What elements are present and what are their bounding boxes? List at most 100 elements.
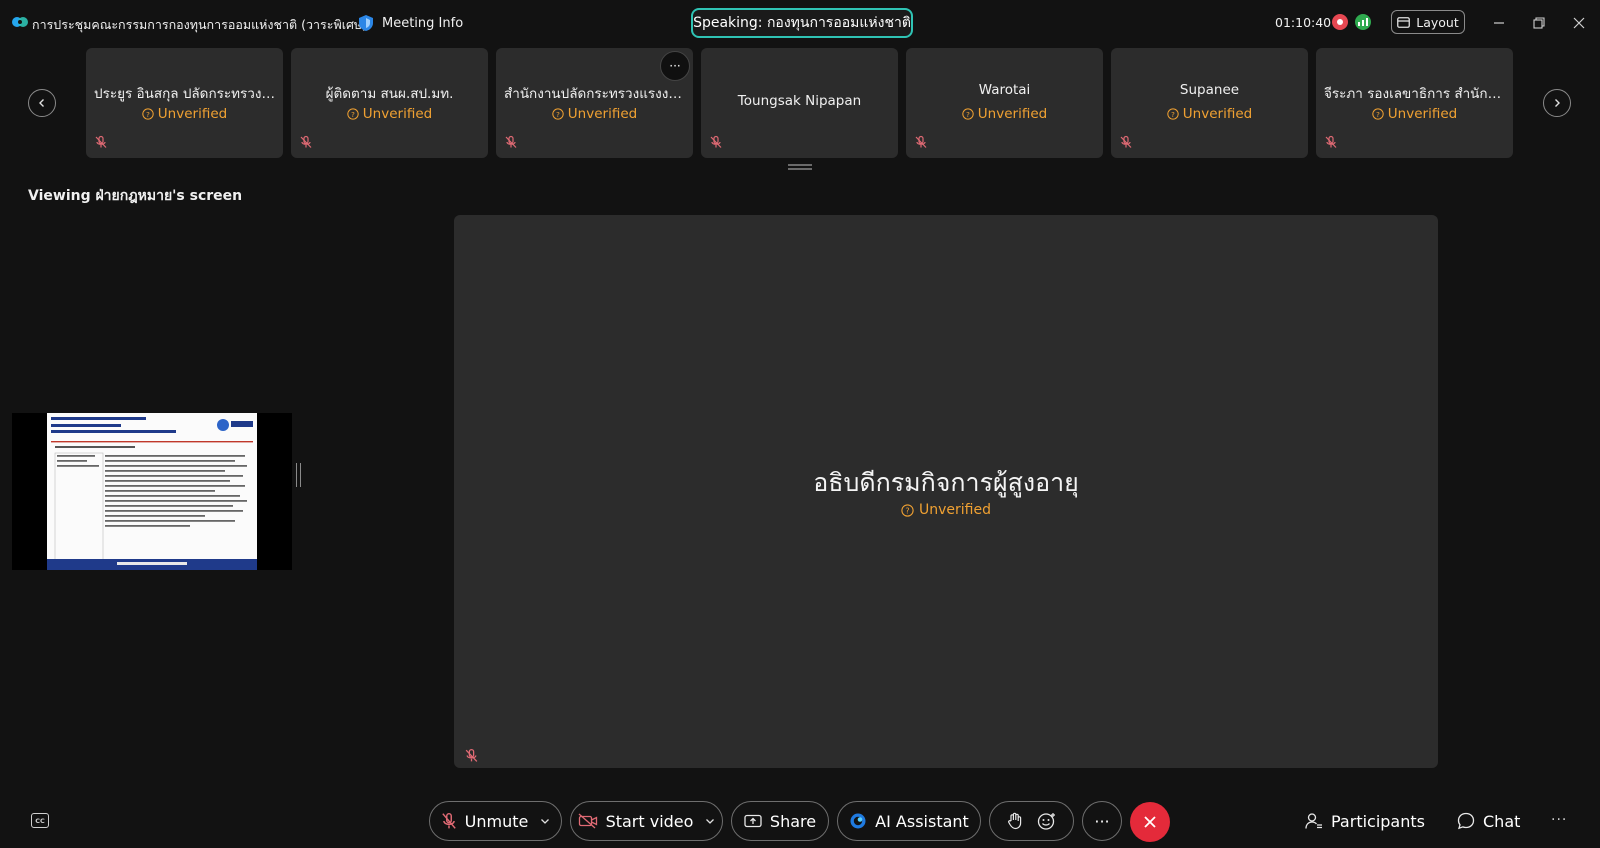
title-bar: การประชุมคณะกรรมการกองทุนการออมแห่งชาติ … [0,0,1600,46]
ai-assistant-icon [849,812,867,830]
restore-icon[interactable] [1529,13,1549,33]
meeting-timer: 01:10:40 [1275,15,1332,30]
question-circle-icon: ? [962,108,974,120]
shared-screen-thumbnail[interactable] [12,413,292,570]
reaction-emoji-icon[interactable] [1037,812,1057,830]
svg-text:?: ? [1376,110,1380,119]
muted-mic-icon [709,135,723,149]
webex-logo-icon [11,15,29,29]
start-video-button[interactable]: Start video [570,801,723,841]
layout-icon [1397,16,1411,28]
ai-assistant-label: AI Assistant [875,811,969,831]
main-verification-status: ? Unverified [454,502,1438,518]
network-signal-icon[interactable] [1355,14,1371,30]
meeting-info-label: Meeting Info [382,15,464,31]
leave-meeting-button[interactable] [1130,802,1170,842]
muted-mic-icon [441,812,457,830]
chat-label: Chat [1483,811,1521,831]
overflow-menu-button[interactable]: ··· [1551,812,1567,828]
chat-button[interactable]: Chat [1457,810,1520,832]
question-circle-icon: ? [142,108,154,120]
svg-text:?: ? [905,506,909,515]
svg-text:?: ? [146,110,150,119]
active-speaker-indicator: Speaking: กองทุนการออมแห่งชาติ [691,8,913,38]
question-circle-icon: ? [1167,108,1179,120]
muted-mic-icon [914,135,928,149]
viewing-screen-label: Viewing ฝ่ายกฎหมาย's screen [28,188,243,204]
close-x-icon [1144,816,1156,828]
chevron-down-icon[interactable] [540,816,550,826]
participant-tile[interactable]: จีระภา รองเลขาธิการ สำนักง...? Unverified [1316,48,1513,158]
muted-mic-icon [1119,135,1133,149]
muted-mic-icon [94,135,108,149]
ai-assistant-button[interactable]: AI Assistant [837,801,981,841]
verification-status: ? Unverified [1111,106,1308,122]
participant-name: Toungsak Nipapan [737,93,862,109]
chevron-left-icon [39,99,44,107]
start-video-label: Start video [605,811,694,831]
main-participant-name: อธิบดีกรมกิจการผู้สูงอายุ [813,468,1079,497]
verification-status-label: Unverified [567,106,638,122]
participant-name: ผู้ติดตาม สนผ.สป.มท. [325,86,454,102]
verification-status: ? Unverified [86,106,283,122]
reactions-group[interactable] [989,801,1074,841]
question-circle-icon: ? [552,108,564,120]
verification-status: ? Unverified [291,106,488,122]
unmute-label: Unmute [464,811,529,831]
share-screen-icon [744,814,762,829]
participant-name: ประยูร อินสกุล ปลัดกระทรวงแ... [94,86,275,102]
participant-tile[interactable]: Toungsak Nipapan [701,48,898,158]
participant-tile[interactable]: ผู้ติดตาม สนผ.สป.มท.? Unverified [291,48,488,158]
participant-tile[interactable]: Warotai? Unverified [906,48,1103,158]
close-icon[interactable] [1569,13,1589,33]
muted-mic-icon [299,135,313,149]
closed-captions-button[interactable]: CC [31,813,49,828]
muted-mic-icon [504,135,518,149]
svg-text:?: ? [966,110,970,119]
question-circle-icon: ? [347,108,359,120]
verification-status-label: Unverified [1387,106,1458,122]
verification-status: ? Unverified [906,106,1103,122]
more-options-button[interactable]: ··· [1082,801,1122,841]
shield-icon [358,14,374,32]
strip-resize-handle[interactable] [788,164,812,170]
verification-status-label: Unverified [362,106,433,122]
panel-resize-handle[interactable] [296,463,301,487]
svg-text:?: ? [351,110,355,119]
main-video-tile[interactable]: อธิบดีกรมกิจการผู้สูงอายุ ? Unverified [454,215,1438,768]
participant-name: Supanee [1179,82,1240,98]
muted-mic-icon [464,748,479,763]
svg-text:?: ? [556,110,560,119]
verification-status-label: Unverified [157,106,228,122]
unmute-button[interactable]: Unmute [429,801,562,841]
raise-hand-icon[interactable] [1007,812,1023,830]
verification-status: ? Unverified [1316,106,1513,122]
layout-label: Layout [1416,14,1459,30]
chat-bubble-icon [1457,812,1475,830]
participant-tile[interactable]: ประยูร อินสกุล ปลัดกระทรวงแ...? Unverifie… [86,48,283,158]
question-circle-icon: ? [1372,108,1384,120]
minimize-icon[interactable] [1489,13,1509,33]
strip-next-button[interactable] [1543,89,1571,117]
share-button[interactable]: Share [731,801,829,841]
participants-button[interactable]: Participants [1305,810,1425,832]
participants-icon [1305,812,1323,830]
tile-more-button[interactable]: ··· [660,51,690,81]
share-label: Share [769,811,817,831]
video-off-icon [578,813,598,829]
main-status-label: Unverified [919,502,991,518]
shared-slide-image [47,413,257,570]
participant-name: จีระภา รองเลขาธิการ สำนักง... [1324,86,1505,102]
svg-text:?: ? [1171,110,1175,119]
recording-icon[interactable] [1332,14,1348,30]
participants-label: Participants [1331,811,1425,831]
participant-tile[interactable]: Supanee? Unverified [1111,48,1308,158]
participant-name: สำนักงานปลัดกระทรวงแรงงาน [504,86,685,102]
strip-prev-button[interactable] [28,89,56,117]
meeting-info-button[interactable]: Meeting Info [358,12,463,34]
layout-button[interactable]: Layout [1391,10,1465,34]
muted-mic-icon [1324,135,1338,149]
verification-status-label: Unverified [1182,106,1253,122]
chevron-down-icon[interactable] [705,816,715,826]
question-circle-icon: ? [901,503,914,517]
